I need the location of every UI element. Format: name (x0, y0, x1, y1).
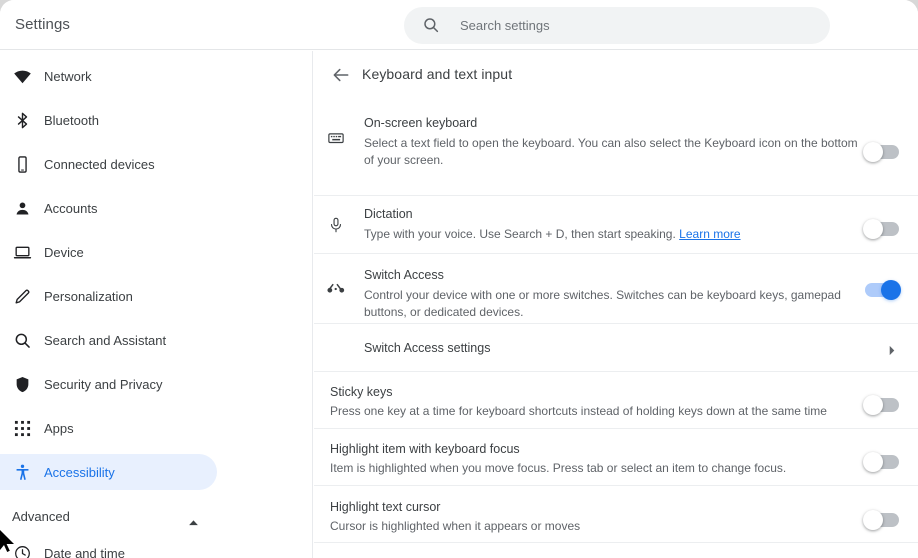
top-bar: Settings Search settings (0, 0, 918, 50)
sidebar-item-date-and-time[interactable]: Date and time (0, 535, 217, 558)
sidebar-item-label: Connected devices (44, 156, 155, 172)
row-navigate-with-text-cursor[interactable]: Navigate with text cursor (caret browsin… (314, 542, 918, 558)
sidebar-item-label: Security and Privacy (44, 376, 163, 392)
row-switch-access-settings[interactable]: Switch Access settings (314, 323, 918, 371)
sidebar-item-accounts[interactable]: Accounts (0, 190, 217, 226)
sidebar-item-label: Personalization (44, 288, 133, 304)
sidebar-item-accessibility[interactable]: Accessibility (0, 454, 217, 490)
phone-icon (12, 154, 32, 174)
pencil-icon (12, 286, 32, 306)
row-highlight-text-cursor[interactable]: Highlight text cursor Cursor is highligh… (314, 485, 918, 542)
wifi-icon (12, 66, 32, 86)
chevron-up-icon[interactable] (188, 513, 199, 531)
row-subtitle: Cursor is highlighted when it appears or… (330, 519, 581, 533)
laptop-icon (12, 242, 32, 262)
row-title: Switch Access settings (364, 341, 491, 355)
sidebar-item-label: Bluetooth (44, 112, 99, 128)
switch-access-icon (326, 279, 346, 299)
search-icon (422, 16, 440, 34)
row-subtitle: Control your device with one or more swi… (364, 288, 841, 319)
clock-icon (12, 543, 32, 558)
toggle-switch-access[interactable] (865, 280, 901, 300)
sidebar-item-network[interactable]: Network (0, 58, 217, 94)
row-dictation[interactable]: Dictation Type with your voice. Use Sear… (314, 195, 918, 253)
toggle-highlight-text-cursor[interactable] (863, 510, 899, 530)
shield-icon (12, 374, 32, 394)
app-title: Settings (15, 16, 70, 33)
sidebar-item-label: Network (44, 68, 92, 84)
row-title: Dictation (364, 207, 413, 221)
back-arrow-icon[interactable] (331, 65, 351, 85)
main-content: Keyboard and text input On-screen keyboa… (314, 51, 918, 558)
toggle-on-screen-keyboard[interactable] (863, 142, 899, 162)
sidebar-item-search-and-assistant[interactable]: Search and Assistant (0, 322, 217, 358)
row-subtitle: Type with your voice. Use Search + D, th… (364, 226, 864, 243)
sidebar-item-bluetooth[interactable]: Bluetooth (0, 102, 217, 138)
search-placeholder: Search settings (460, 18, 550, 33)
row-subtitle-text: Type with your voice. Use Search + D, th… (364, 227, 676, 241)
row-highlight-item-with-keyboard-focus[interactable]: Highlight item with keyboard focus Item … (314, 428, 918, 485)
row-subtitle: Select a text field to open the keyboard… (364, 136, 858, 167)
main-header: Keyboard and text input (314, 51, 918, 99)
row-subtitle: Press one key at a time for keyboard sho… (330, 404, 827, 418)
sidebar-item-label: Device (44, 244, 84, 260)
row-subtitle: Item is highlighted when you move focus.… (330, 461, 787, 475)
advanced-label: Advanced (12, 508, 70, 524)
accessibility-icon (12, 462, 32, 482)
search-input[interactable]: Search settings (404, 7, 830, 44)
sidebar-item-label: Accessibility (44, 464, 115, 480)
toggle-sticky-keys[interactable] (863, 395, 899, 415)
learn-more-link[interactable]: Learn more (679, 227, 740, 241)
row-title: On-screen keyboard (364, 116, 478, 130)
row-title: Sticky keys (330, 385, 393, 399)
sidebar-item-device[interactable]: Device (0, 234, 217, 270)
settings-window: Settings Search settings Network Bluetoo… (0, 0, 918, 558)
sidebar-item-security-and-privacy[interactable]: Security and Privacy (0, 366, 217, 402)
toggle-highlight-keyboard-focus[interactable] (863, 452, 899, 472)
sidebar: Network Bluetooth Connected devices Acco… (0, 51, 313, 558)
chevron-right-icon[interactable] (888, 343, 896, 361)
keyboard-icon (326, 128, 346, 148)
sidebar-item-label: Accounts (44, 200, 98, 216)
grid-apps-icon (12, 418, 32, 438)
sidebar-item-connected-devices[interactable]: Connected devices (0, 146, 217, 182)
sidebar-item-label: Apps (44, 420, 74, 436)
search-icon (12, 330, 32, 350)
sidebar-item-label: Search and Assistant (44, 332, 167, 348)
row-title: Highlight text cursor (330, 500, 441, 514)
row-switch-access[interactable]: Switch Access Control your device with o… (314, 253, 918, 323)
row-title: Switch Access (364, 268, 444, 282)
page-title: Keyboard and text input (362, 66, 513, 82)
sidebar-item-personalization[interactable]: Personalization (0, 278, 217, 314)
toggle-dictation[interactable] (863, 219, 899, 239)
sidebar-item-label: Date and time (44, 545, 125, 558)
bluetooth-icon (12, 110, 32, 130)
row-on-screen-keyboard[interactable]: On-screen keyboard Select a text field t… (314, 99, 918, 177)
row-sticky-keys[interactable]: Sticky keys Press one key at a time for … (314, 371, 918, 428)
sidebar-advanced-section[interactable]: Advanced (0, 500, 217, 532)
sidebar-item-apps[interactable]: Apps (0, 410, 217, 446)
person-icon (12, 198, 32, 218)
row-title: Highlight item with keyboard focus (330, 442, 520, 456)
microphone-icon (326, 215, 346, 235)
